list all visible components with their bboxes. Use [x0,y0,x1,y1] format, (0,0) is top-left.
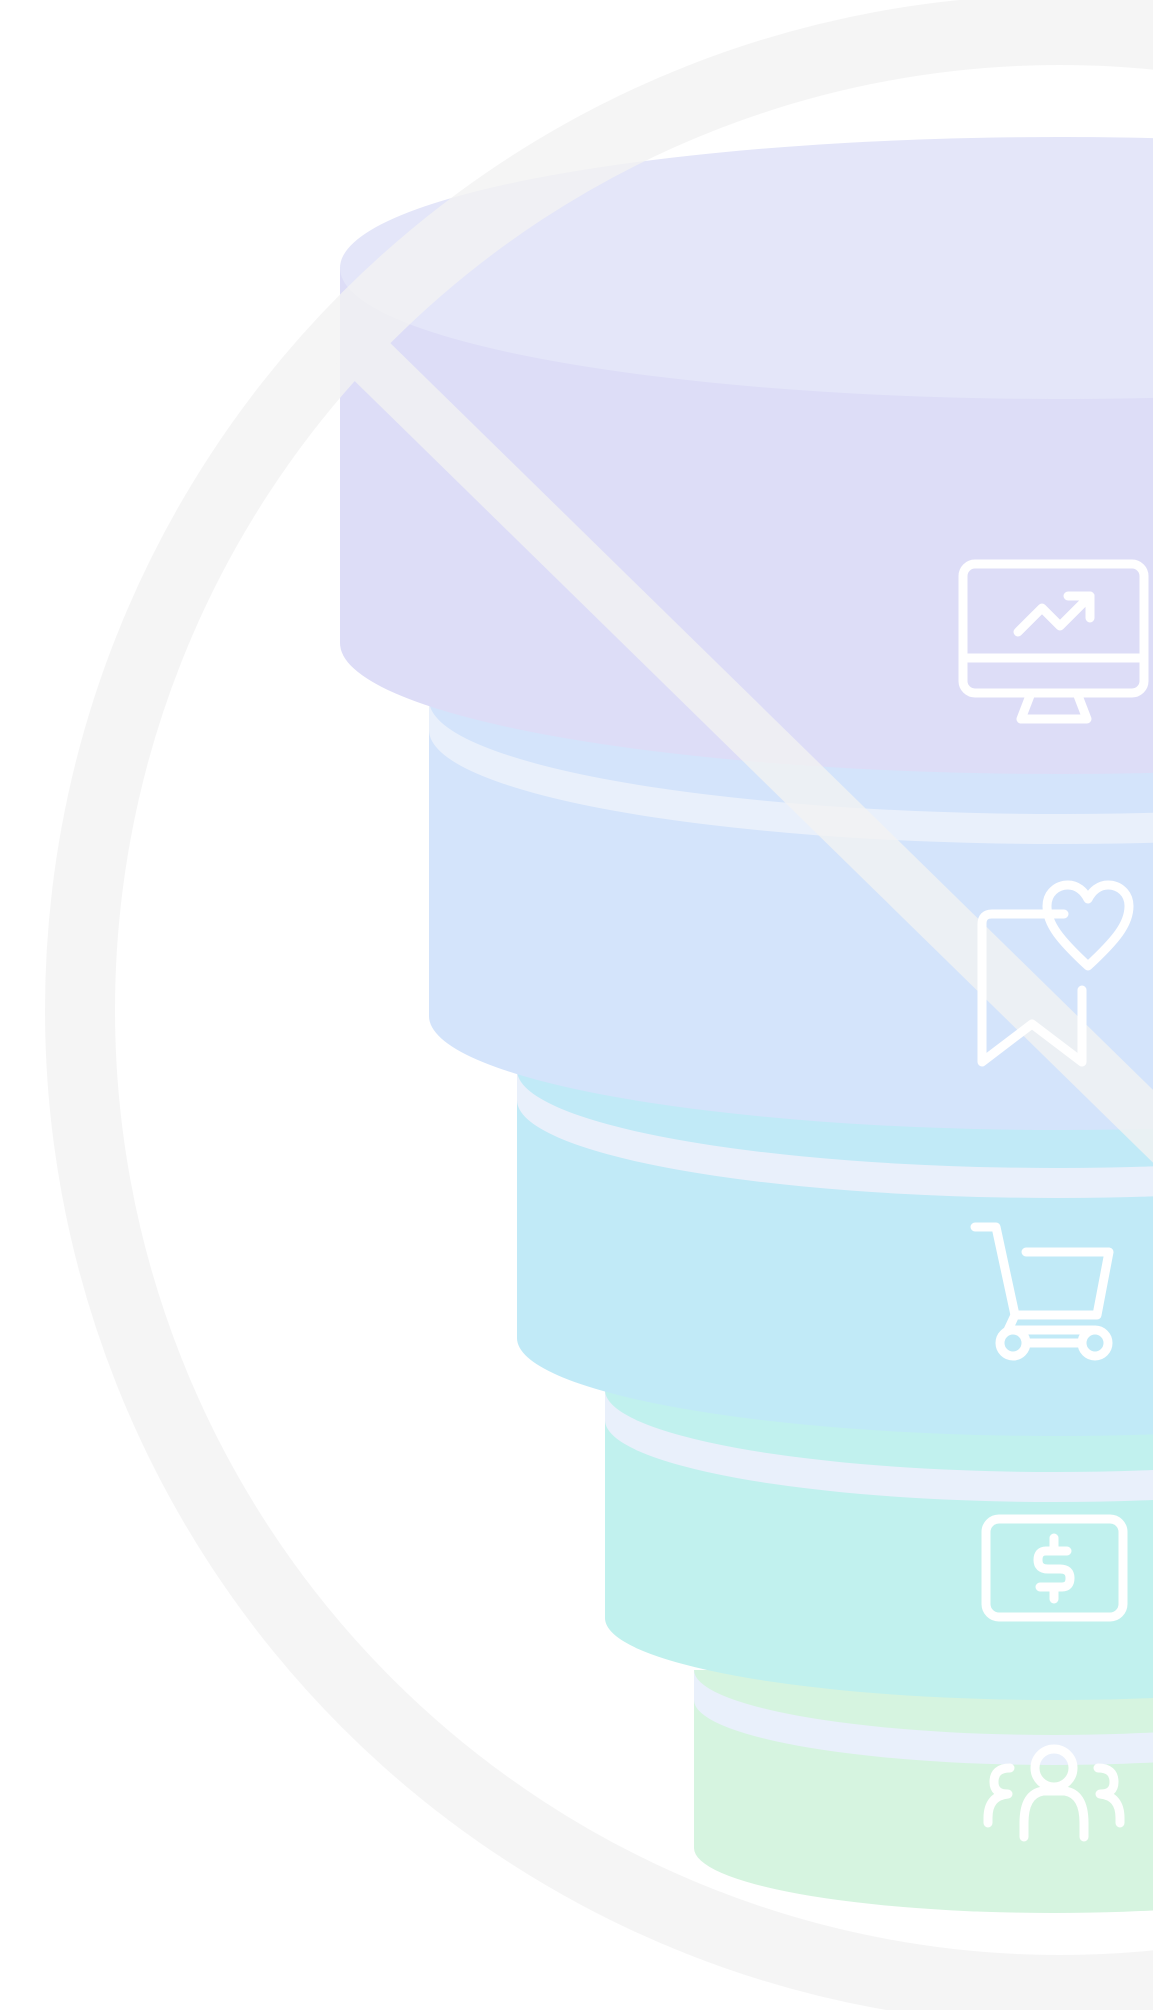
funnel-level-revenue-body [605,1390,1153,1700]
funnel-level-customers [694,1670,1153,1913]
funnel-level-customers-body [694,1670,1153,1913]
funnel-diagram-stage [0,0,1153,2010]
funnel-diagram [45,0,1153,2010]
funnel-level-revenue [605,1390,1153,1700]
